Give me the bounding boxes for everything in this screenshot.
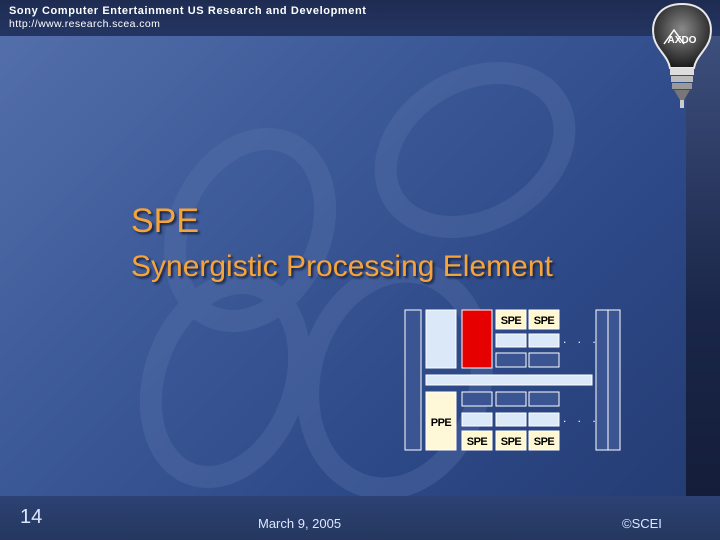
spe-unit-box [528,352,560,368]
ppe-label: PPE [431,417,452,429]
spe-label: SPE [534,315,555,327]
diagram-cache-box [425,309,457,369]
spe-memory-box [495,412,527,427]
spe-label: SPE [534,436,555,448]
spe-unit-box [495,391,527,407]
spe-unit-box [461,391,493,407]
spe-unit-box [528,391,560,407]
slide: Sony Computer Entertainment US Research … [0,0,720,540]
spe-unit-box [495,352,527,368]
diagram-highlight-box [461,309,493,369]
spe-label: SPE [467,436,488,448]
cell-diagram: SPE SPE PPE SPE SPE SPE . . . . . . [404,309,621,451]
ellipsis-top: . . . [563,332,600,346]
footer-date: March 9, 2005 [258,516,342,531]
ellipsis-bottom: . . . [563,411,600,425]
diagram-left-bar [404,309,422,451]
spe-label: SPE [501,436,522,448]
spe-memory-box [528,412,560,427]
slide-number: 14 [20,506,43,528]
footer-copyright: ©SCEI [622,516,662,531]
footer-bar: 14 March 9, 2005 ©SCEI [0,496,720,540]
diagram-right-bar [607,309,621,451]
diagram-bus [425,374,593,386]
diagram-right-bar [595,309,609,451]
spe-label: SPE [501,315,522,327]
spe-memory-box [461,412,493,427]
spe-memory-box [528,333,560,348]
spe-memory-box [495,333,527,348]
